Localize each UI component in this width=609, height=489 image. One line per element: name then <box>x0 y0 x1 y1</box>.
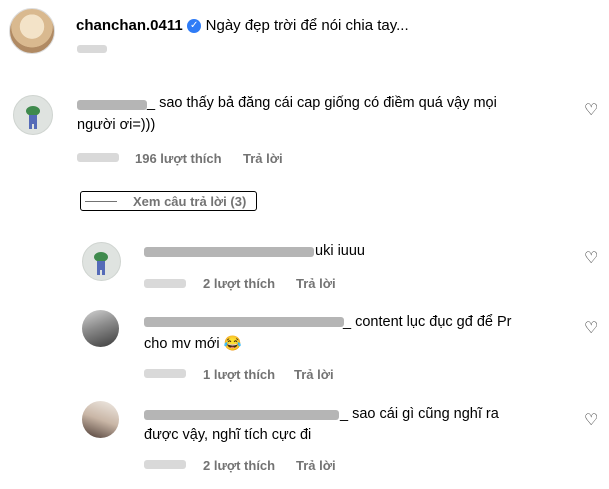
reply-text-line1: _ sao cái gì cũng nghĩ ra <box>340 406 499 422</box>
reply-avatar[interactable] <box>82 401 119 438</box>
view-replies-button[interactable]: Xem câu trả lời (3) <box>80 191 257 211</box>
heart-outline-icon[interactable]: ♡ <box>584 413 598 429</box>
reply-text-line1: _ content lục đục gđ để Pr <box>343 314 512 330</box>
post-caption-line: chanchan.0411 ✓ Ngày đẹp trời để nói chi… <box>76 17 409 35</box>
reply-button[interactable]: Trả lời <box>296 458 336 473</box>
reply-button[interactable]: Trả lời <box>294 367 334 382</box>
comment-likes[interactable]: 196 lượt thích <box>135 151 222 166</box>
laughing-emoji-icon: 😂 <box>223 336 242 352</box>
heart-outline-icon[interactable]: ♡ <box>584 251 598 267</box>
reply-timestamp-redacted <box>144 279 186 288</box>
post-caption: Ngày đẹp trời để nói chia tay... <box>205 17 409 34</box>
reply-text: uki iuuu <box>315 243 365 259</box>
comment-text-line1: _ sao thấy bả đăng cái cap giống có điềm… <box>147 95 497 111</box>
comment-username-redacted[interactable] <box>77 100 147 110</box>
post-author-avatar[interactable] <box>9 8 55 54</box>
reply-username-redacted[interactable] <box>144 247 314 257</box>
heart-outline-icon[interactable]: ♡ <box>584 321 598 337</box>
replies-divider <box>85 200 117 202</box>
comment-text-line2: người ơi=))) <box>77 117 156 133</box>
post-timestamp-redacted <box>77 45 107 53</box>
reply-text-line2: được vậy, nghĩ tích cực đi <box>144 427 312 443</box>
reply-timestamp-redacted <box>144 369 186 378</box>
reply-likes[interactable]: 2 lượt thích <box>203 458 275 473</box>
reply-button[interactable]: Trả lời <box>296 276 336 291</box>
reply-username-redacted[interactable] <box>144 317 344 327</box>
reply-timestamp-redacted <box>144 460 186 469</box>
post-username[interactable]: chanchan.0411 <box>76 17 183 34</box>
comment-reply-button[interactable]: Trả lời <box>243 151 283 166</box>
comment-avatar[interactable] <box>13 95 53 135</box>
reply-text-line2-body: cho mv mới <box>144 336 220 352</box>
reply-likes[interactable]: 1 lượt thích <box>203 367 275 382</box>
verified-badge-icon: ✓ <box>187 18 202 33</box>
view-replies-label: Xem câu trả lời (3) <box>133 193 247 209</box>
reply-text-line2: cho mv mới 😂 <box>144 334 242 355</box>
reply-likes[interactable]: 2 lượt thích <box>203 276 275 291</box>
reply-username-redacted[interactable] <box>144 410 339 420</box>
reply-avatar[interactable] <box>82 310 119 347</box>
heart-outline-icon[interactable]: ♡ <box>584 103 598 119</box>
frog-avatar-icon <box>26 106 40 129</box>
frog-avatar-icon <box>94 252 108 275</box>
reply-avatar[interactable] <box>82 242 121 281</box>
comment-timestamp-redacted <box>77 153 119 162</box>
